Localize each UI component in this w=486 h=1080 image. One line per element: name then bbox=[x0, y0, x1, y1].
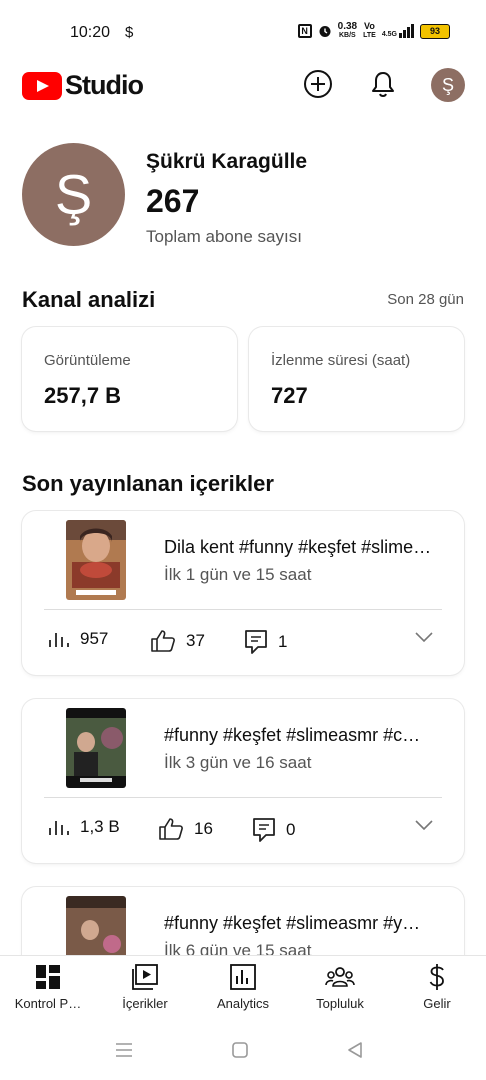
views-count: 957 bbox=[80, 629, 109, 648]
nav-label: Topluluk bbox=[316, 996, 364, 1011]
views-icon bbox=[49, 821, 69, 835]
video-thumbnail bbox=[66, 520, 126, 600]
channel-avatar-letter: Ş bbox=[22, 143, 125, 246]
status-bar: 10:20 $ N 0.38 KB/S Vo LTE 4.5G 93 bbox=[0, 0, 486, 64]
views-stat: 957 bbox=[48, 629, 108, 649]
watch-time-metric-card[interactable]: İzlenme süresi (saat) 727 bbox=[249, 327, 464, 431]
video-title: Dila kent #funny #keşfet #slime… bbox=[164, 537, 432, 557]
nav-analytics[interactable]: Analytics bbox=[198, 964, 288, 1011]
dollar-icon bbox=[429, 964, 444, 990]
video-subtitle: İlk 3 gün ve 16 saat bbox=[164, 753, 312, 772]
create-button[interactable] bbox=[302, 68, 334, 100]
back-triangle-icon[interactable] bbox=[347, 1042, 363, 1058]
video-title: #funny #keşfet #slimeasmr #y… bbox=[164, 913, 421, 933]
metric-label: İzlenme süresi (saat) bbox=[271, 352, 411, 369]
top-bar: Studio Ş bbox=[0, 64, 486, 108]
nfc-icon: N bbox=[297, 24, 312, 38]
views-metric-card[interactable]: Görüntüleme 257,7 B bbox=[22, 327, 237, 431]
channel-name: Şükrü Karagülle bbox=[146, 150, 308, 173]
comment-icon bbox=[245, 630, 267, 654]
menu-icon[interactable] bbox=[115, 1042, 133, 1058]
metric-value: 257,7 B bbox=[44, 383, 122, 408]
recent-content-title: Son yayınlanan içerikler bbox=[22, 471, 274, 496]
divider bbox=[44, 797, 442, 798]
signal-icon: 4.5G bbox=[382, 24, 414, 38]
youtube-play-icon bbox=[22, 71, 62, 100]
analytics-title: Kanal analizi bbox=[22, 287, 156, 312]
divider bbox=[44, 609, 442, 610]
logo-text: Studio bbox=[65, 70, 144, 100]
network-speed: 0.38 KB/S bbox=[337, 21, 358, 40]
home-square-icon[interactable] bbox=[232, 1042, 248, 1058]
chevron-down-icon[interactable] bbox=[414, 819, 434, 831]
likes-stat: 37 bbox=[150, 629, 205, 653]
battery-icon: 93 bbox=[420, 23, 450, 39]
metric-value: 727 bbox=[271, 383, 308, 408]
likes-count: 16 bbox=[194, 819, 213, 838]
account-avatar[interactable]: Ş bbox=[431, 68, 465, 102]
analytics-period: Son 28 gün bbox=[387, 291, 464, 308]
nav-dashboard[interactable]: Kontrol P… bbox=[3, 964, 93, 1011]
comments-stat: 0 bbox=[252, 817, 295, 843]
views-stat: 1,3 B bbox=[48, 817, 120, 837]
status-time: 10:20 bbox=[70, 24, 111, 41]
chevron-down-icon[interactable] bbox=[414, 631, 434, 643]
bottom-navigation: Kontrol P… İçerikler Analytics Topluluk … bbox=[0, 955, 486, 1023]
likes-count: 37 bbox=[186, 631, 205, 650]
volte-icon: Vo LTE bbox=[363, 21, 376, 40]
comments-stat: 1 bbox=[244, 629, 287, 655]
dollar-notification-icon: $ bbox=[125, 24, 134, 41]
video-thumbnail bbox=[66, 708, 126, 788]
alarm-icon bbox=[319, 26, 331, 37]
thumbs-up-icon bbox=[159, 818, 183, 840]
thumbs-up-icon bbox=[151, 630, 175, 652]
nav-label: Analytics bbox=[216, 996, 270, 1011]
views-count: 1,3 B bbox=[80, 817, 120, 836]
notifications-button[interactable] bbox=[367, 68, 399, 100]
comment-icon bbox=[253, 818, 275, 842]
channel-avatar: Ş bbox=[22, 143, 125, 246]
system-navigation-bar bbox=[0, 1023, 486, 1080]
nav-label: Gelir bbox=[423, 996, 451, 1011]
add-circle-icon bbox=[304, 70, 332, 98]
nav-community[interactable]: Topluluk bbox=[295, 964, 385, 1011]
nav-label: İçerikler bbox=[122, 996, 168, 1011]
community-icon bbox=[325, 967, 355, 987]
status-icons: N 0.38 KB/S Vo LTE 4.5G 93 bbox=[297, 21, 450, 40]
dashboard-icon bbox=[36, 965, 60, 989]
subscriber-count: 267 bbox=[146, 183, 200, 219]
nav-content[interactable]: İçerikler bbox=[100, 964, 190, 1011]
bell-icon bbox=[372, 72, 394, 98]
analytics-icon bbox=[230, 964, 256, 990]
video-card[interactable]: Dila kent #funny #keşfet #slime… İlk 1 g… bbox=[22, 511, 464, 675]
subscriber-label: Toplam abone sayısı bbox=[146, 227, 302, 246]
nav-earn[interactable]: Gelir bbox=[392, 964, 482, 1011]
metric-label: Görüntüleme bbox=[44, 352, 131, 369]
video-subtitle: İlk 1 gün ve 15 saat bbox=[164, 565, 312, 584]
youtube-studio-logo: Studio bbox=[22, 70, 144, 101]
comments-count: 1 bbox=[278, 632, 288, 651]
nav-label: Kontrol P… bbox=[14, 996, 82, 1011]
views-icon bbox=[49, 633, 69, 647]
comments-count: 0 bbox=[286, 820, 296, 839]
video-title: #funny #keşfet #slimeasmr #c… bbox=[164, 725, 421, 745]
content-icon bbox=[132, 964, 158, 990]
likes-stat: 16 bbox=[158, 817, 213, 841]
video-card[interactable]: #funny #keşfet #slimeasmr #c… İlk 3 gün … bbox=[22, 699, 464, 863]
